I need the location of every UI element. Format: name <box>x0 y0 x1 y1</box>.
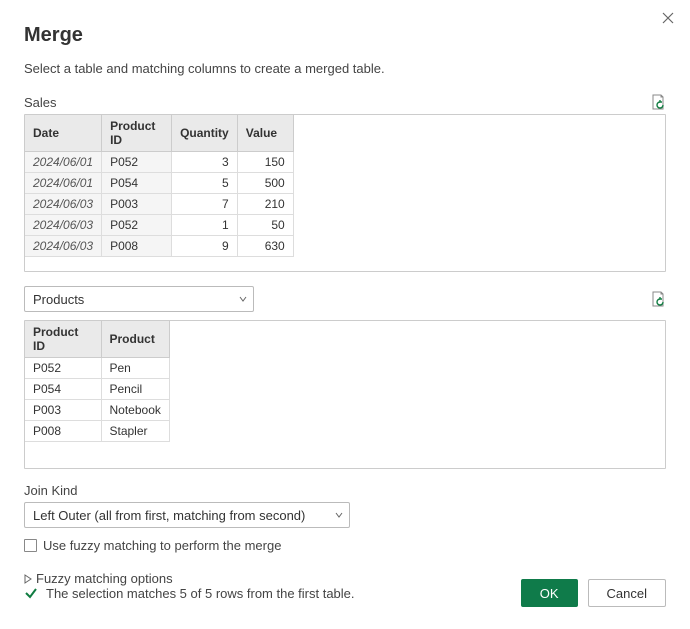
ok-button[interactable]: OK <box>521 579 578 607</box>
table-row: P052 Pen <box>25 358 169 379</box>
cancel-button[interactable]: Cancel <box>588 579 666 607</box>
table-row: 2024/06/03 P052 1 50 <box>25 215 293 236</box>
first-table-preview[interactable]: Date Product ID Quantity Value 2024/06/0… <box>24 114 666 272</box>
second-table-selected: Products <box>33 292 84 307</box>
table-row: 2024/06/01 P054 5 500 <box>25 173 293 194</box>
join-kind-selected: Left Outer (all from first, matching fro… <box>33 508 305 523</box>
table-row: 2024/06/03 P008 9 630 <box>25 236 293 257</box>
dialog-title: Merge <box>24 24 666 47</box>
products-table: Product ID Product P052 Pen P054 Pencil … <box>25 321 170 442</box>
col-header[interactable]: Value <box>237 115 293 152</box>
sales-table: Date Product ID Quantity Value 2024/06/0… <box>25 115 294 257</box>
col-header[interactable]: Product ID <box>25 321 101 358</box>
table-row: P003 Notebook <box>25 400 169 421</box>
col-header[interactable]: Product <box>101 321 169 358</box>
join-kind-select[interactable]: Left Outer (all from first, matching fro… <box>24 502 350 528</box>
refresh-icon[interactable] <box>650 291 666 307</box>
col-header[interactable]: Quantity <box>172 115 238 152</box>
first-table-name: Sales <box>24 95 57 110</box>
second-table-preview[interactable]: Product ID Product P052 Pen P054 Pencil … <box>24 320 666 469</box>
table-row: 2024/06/01 P052 3 150 <box>25 152 293 173</box>
table-row: P008 Stapler <box>25 421 169 442</box>
merge-dialog: Merge Select a table and matching column… <box>0 0 690 629</box>
close-icon[interactable] <box>660 10 676 26</box>
refresh-icon[interactable] <box>650 94 666 110</box>
fuzzy-checkbox[interactable]: Use fuzzy matching to perform the merge <box>24 538 666 553</box>
join-kind-label: Join Kind <box>24 483 666 498</box>
match-status: The selection matches 5 of 5 rows from t… <box>24 586 355 601</box>
checkbox-icon <box>24 539 37 552</box>
fuzzy-checkbox-label: Use fuzzy matching to perform the merge <box>43 538 281 553</box>
chevron-down-icon <box>335 511 343 519</box>
table-row: 2024/06/03 P003 7 210 <box>25 194 293 215</box>
col-header[interactable]: Product ID <box>102 115 172 152</box>
dialog-subtitle: Select a table and matching columns to c… <box>24 61 666 76</box>
col-header[interactable]: Date <box>25 115 102 152</box>
table-row: P054 Pencil <box>25 379 169 400</box>
chevron-down-icon <box>239 295 247 303</box>
second-table-select[interactable]: Products <box>24 286 254 312</box>
status-text: The selection matches 5 of 5 rows from t… <box>46 586 355 601</box>
check-icon <box>24 586 38 600</box>
